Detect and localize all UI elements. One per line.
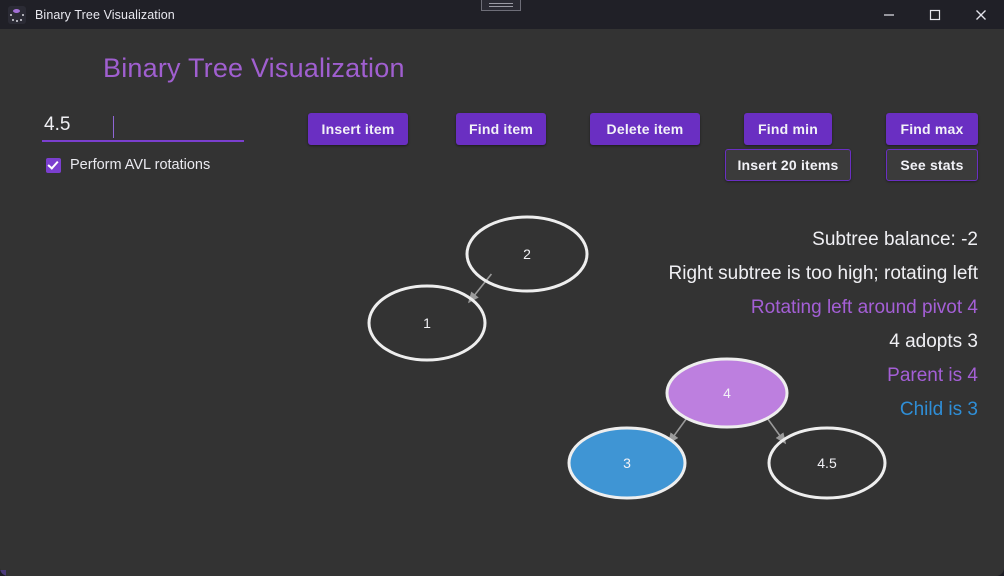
log-line: 4 adopts 3	[889, 331, 978, 352]
operation-log: Subtree balance: -2 Right subtree is too …	[458, 223, 978, 427]
perform-avl-rotations-checkbox[interactable]: Perform AVL rotations	[46, 157, 210, 173]
insert-20-items-button[interactable]: Insert 20 items	[725, 149, 851, 181]
insert-item-button[interactable]: Insert item	[308, 113, 408, 145]
maximize-button[interactable]	[912, 0, 958, 29]
text-caret	[113, 116, 114, 138]
see-stats-button[interactable]: See stats	[886, 149, 978, 181]
checkbox-checked-icon[interactable]	[46, 157, 61, 173]
window-title: Binary Tree Visualization	[35, 7, 175, 22]
tree-node-label: 4.5	[817, 455, 837, 471]
value-input-container	[42, 112, 244, 146]
minimize-icon	[884, 13, 894, 16]
page-title: Binary Tree Visualization	[103, 53, 405, 83]
log-line: Rotating left around pivot 4	[750, 297, 978, 318]
title-bar[interactable]: Binary Tree Visualization	[0, 0, 1004, 29]
checkbox-label: Perform AVL rotations	[70, 157, 211, 173]
log-line: Subtree balance: -2	[812, 229, 978, 250]
log-line: Parent is 4	[887, 365, 978, 386]
application-window: Binary Tree Visualization Binary Tree Vi…	[0, 0, 1004, 576]
close-icon	[976, 9, 986, 20]
tree-node[interactable]: 4.5	[767, 426, 887, 500]
window-snap-hint[interactable]	[481, 0, 521, 11]
tree-node-label: 3	[623, 455, 631, 471]
log-line: Child is 3	[899, 399, 978, 420]
tree-node-label: 1	[423, 315, 431, 331]
find-item-button[interactable]: Find item	[456, 113, 546, 145]
minimize-button[interactable]	[866, 0, 912, 29]
value-input[interactable]	[42, 112, 244, 142]
find-min-button[interactable]: Find min	[744, 113, 832, 145]
tree-node[interactable]: 3	[567, 426, 687, 500]
find-max-button[interactable]: Find max	[886, 113, 978, 145]
delete-item-button[interactable]: Delete item	[590, 113, 700, 145]
close-button[interactable]	[958, 0, 1004, 29]
maximize-icon	[929, 9, 941, 20]
log-line: Right subtree is too high; rotating left	[668, 263, 978, 284]
binary-tree-icon	[8, 5, 26, 24]
